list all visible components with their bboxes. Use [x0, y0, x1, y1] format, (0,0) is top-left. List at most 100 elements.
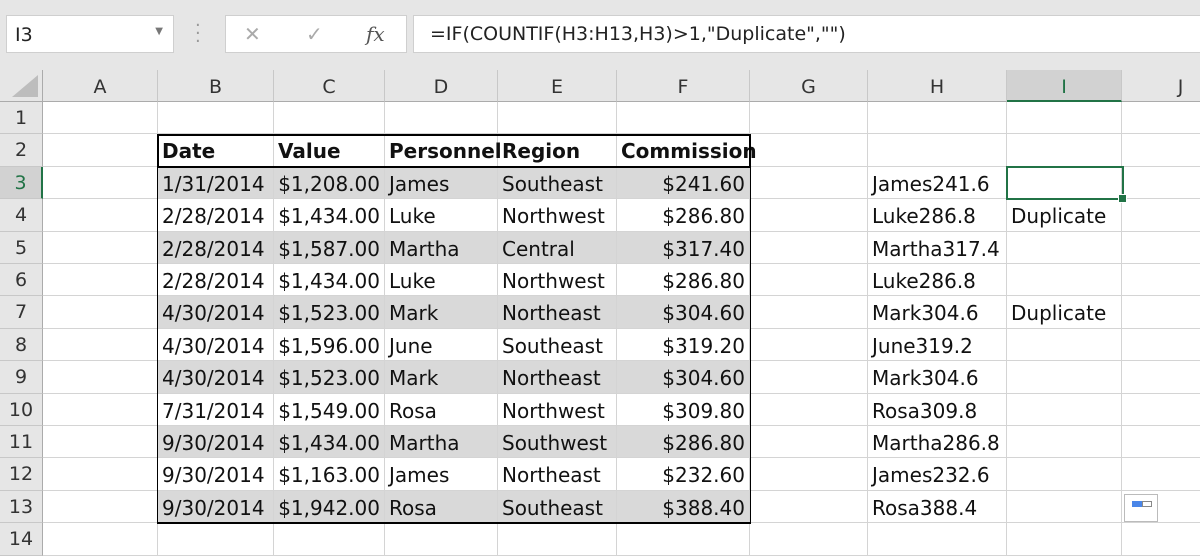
cell[interactable] [617, 102, 750, 135]
cell[interactable] [43, 426, 158, 459]
insert-function-icon[interactable]: fx [366, 22, 385, 46]
duplicate-flag-cell[interactable] [1007, 393, 1122, 426]
cell[interactable] [43, 166, 158, 200]
cell[interactable] [750, 361, 868, 394]
column-header-B[interactable]: B [158, 70, 274, 102]
column-header-G[interactable]: G [750, 70, 868, 102]
cell[interactable] [1122, 523, 1200, 556]
row-header-3[interactable]: 3 [0, 166, 43, 200]
cell[interactable] [750, 134, 868, 167]
cell[interactable] [750, 458, 868, 491]
cell[interactable] [274, 102, 385, 135]
duplicate-flag-cell[interactable] [1007, 231, 1122, 264]
cell[interactable] [1122, 296, 1200, 329]
row-header-7[interactable]: 7 [0, 296, 43, 329]
column-header-A[interactable]: A [43, 70, 158, 102]
enter-check-icon[interactable]: ✓ [306, 22, 323, 46]
name-box[interactable]: I3 ▼ [6, 15, 174, 53]
duplicate-flag-cell[interactable] [1007, 426, 1122, 459]
cell[interactable] [1122, 199, 1200, 232]
key-cell[interactable]: Rosa309.8 [868, 393, 1007, 426]
cell[interactable] [750, 264, 868, 297]
cell[interactable] [868, 102, 1007, 135]
cell[interactable] [43, 328, 158, 362]
column-header-E[interactable]: E [498, 70, 617, 102]
cell[interactable] [385, 102, 498, 135]
cell[interactable] [43, 134, 158, 167]
cell[interactable] [750, 426, 868, 459]
cell[interactable] [43, 264, 158, 297]
row-header-14[interactable]: 14 [0, 523, 43, 556]
row-header-9[interactable]: 9 [0, 361, 43, 394]
row-header-1[interactable]: 1 [0, 102, 43, 135]
cell[interactable] [498, 523, 617, 556]
row-header-12[interactable]: 12 [0, 458, 43, 491]
key-cell[interactable]: Luke286.8 [868, 199, 1007, 232]
drag-handle-icon[interactable]: · · · [195, 17, 201, 51]
cell[interactable] [750, 199, 868, 232]
cell[interactable] [43, 102, 158, 135]
duplicate-flag-cell[interactable] [1007, 361, 1122, 394]
cell[interactable] [1122, 232, 1200, 264]
cell[interactable] [750, 328, 868, 362]
key-cell[interactable]: James241.6 [868, 166, 1007, 200]
key-cell[interactable]: James232.6 [868, 458, 1007, 491]
column-header-D[interactable]: D [385, 70, 498, 102]
column-header-J[interactable]: J [1122, 70, 1200, 102]
cell[interactable] [1122, 102, 1200, 135]
row-header-6[interactable]: 6 [0, 264, 43, 297]
cell[interactable] [1122, 167, 1200, 200]
cell[interactable] [274, 523, 385, 556]
cell[interactable] [1122, 329, 1200, 362]
cell[interactable] [43, 361, 158, 394]
formula-input[interactable]: =IF(COUNTIF(H3:H13,H3)>1,"Duplicate","") [413, 15, 1200, 53]
duplicate-flag-cell[interactable] [1007, 458, 1122, 491]
key-cell[interactable]: Martha317.4 [868, 231, 1007, 264]
duplicate-flag-cell[interactable]: Duplicate [1007, 199, 1122, 232]
cell[interactable] [750, 166, 868, 200]
cell[interactable] [43, 458, 158, 491]
row-header-5[interactable]: 5 [0, 231, 43, 264]
key-cell[interactable]: Martha286.8 [868, 426, 1007, 459]
cancel-icon[interactable]: ✕ [244, 22, 261, 46]
key-cell[interactable]: June319.2 [868, 328, 1007, 362]
cell[interactable] [750, 102, 868, 135]
selected-cell-I3[interactable] [1006, 165, 1127, 204]
row-header-4[interactable]: 4 [0, 199, 43, 232]
cell[interactable] [1007, 523, 1122, 556]
cell[interactable] [868, 134, 1007, 167]
cell[interactable] [617, 523, 750, 556]
key-cell[interactable]: Mark304.6 [868, 361, 1007, 394]
row-header-11[interactable]: 11 [0, 426, 43, 459]
cell[interactable] [43, 199, 158, 232]
cell[interactable] [1007, 102, 1122, 135]
quick-analysis-icon[interactable] [1124, 494, 1158, 522]
cell[interactable] [1122, 134, 1200, 167]
cell[interactable] [1122, 426, 1200, 459]
cell[interactable] [158, 102, 274, 135]
key-cell[interactable]: Rosa388.4 [868, 490, 1007, 524]
cell[interactable] [750, 523, 868, 556]
cell[interactable] [43, 296, 158, 329]
key-cell[interactable]: Luke286.8 [868, 264, 1007, 297]
key-cell[interactable]: Mark304.6 [868, 296, 1007, 329]
cell[interactable] [498, 102, 617, 135]
duplicate-flag-cell[interactable] [1007, 490, 1122, 524]
column-header-I[interactable]: I [1007, 70, 1122, 102]
cell[interactable] [1122, 394, 1200, 426]
duplicate-flag-cell[interactable] [1007, 264, 1122, 297]
duplicate-flag-cell[interactable] [1007, 328, 1122, 362]
cell[interactable] [750, 490, 868, 524]
cell[interactable] [43, 393, 158, 426]
chevron-down-icon[interactable]: ▼ [155, 26, 163, 37]
column-header-C[interactable]: C [274, 70, 385, 102]
cell[interactable] [750, 231, 868, 264]
column-header-H[interactable]: H [868, 70, 1007, 102]
cell[interactable] [43, 490, 158, 524]
cell[interactable] [43, 231, 158, 264]
cell[interactable] [750, 393, 868, 426]
column-header-F[interactable]: F [617, 70, 750, 102]
cell[interactable] [750, 296, 868, 329]
cell[interactable] [158, 523, 274, 556]
cell[interactable] [1122, 458, 1200, 491]
